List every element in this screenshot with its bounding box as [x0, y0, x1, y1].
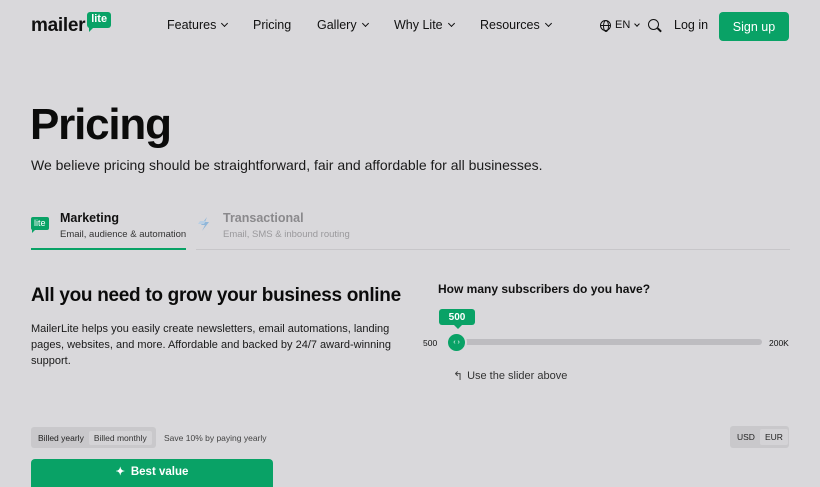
transactional-icon: [198, 217, 209, 231]
mailerlite-logo[interactable]: mailer lite: [31, 12, 112, 37]
chevron-down-icon: [361, 19, 369, 28]
nav-resources-label: Resources: [480, 18, 540, 32]
chevron-down-icon: [221, 19, 229, 28]
subscriber-slider-handle[interactable]: ‹ ›: [446, 332, 467, 353]
search-icon[interactable]: [648, 19, 659, 30]
subscriber-question: How many subscribers do you have?: [438, 282, 651, 296]
slider-hint: ↰ Use the slider above: [453, 369, 567, 383]
section-description: MailerLite helps you easily create newsl…: [31, 323, 391, 367]
nav-features-label: Features: [167, 18, 217, 32]
logo-badge: lite: [87, 12, 112, 32]
yearly-savings-note: Save 10% by paying yearly: [164, 433, 267, 443]
nav-resources[interactable]: Resources: [480, 18, 552, 32]
tab-marketing[interactable]: lite Marketing Email, audience & automat…: [31, 210, 186, 250]
subscriber-slider-track[interactable]: [446, 339, 762, 345]
slider-min-label: 500: [423, 338, 438, 348]
currency-toggle: USD EUR: [730, 426, 789, 448]
tab-transactional-title: Transactional: [223, 211, 304, 225]
page-title: Pricing: [30, 100, 172, 149]
slider-arrows-icon: ‹ ›: [453, 339, 460, 346]
globe-icon: [600, 19, 611, 32]
slider-value-tooltip: 500: [439, 309, 475, 329]
tab-transactional-desc: Email, SMS & inbound routing: [223, 229, 350, 240]
nav-features[interactable]: Features: [167, 18, 229, 32]
nav-gallery-label: Gallery: [317, 18, 357, 32]
language-label: EN: [615, 19, 631, 31]
section-heading: All you need to grow your business onlin…: [31, 285, 401, 306]
slider-hint-text: Use the slider above: [467, 370, 568, 382]
tab-transactional[interactable]: Transactional Email, SMS & inbound routi…: [196, 210, 790, 250]
slider-max-label: 200K: [769, 338, 789, 348]
curved-arrow-icon: ↰: [453, 369, 464, 383]
best-value-badge: ✦ Best value: [31, 465, 273, 479]
lite-icon: lite: [31, 217, 49, 233]
nav-why-lite[interactable]: Why Lite: [394, 18, 455, 32]
billing-toggle: Billed yearly Billed monthly: [31, 427, 156, 448]
nav-pricing[interactable]: Pricing: [253, 18, 291, 32]
signup-button[interactable]: Sign up: [719, 12, 789, 41]
sparkle-icon: ✦: [115, 466, 125, 478]
page-subtitle: We believe pricing should be straightfor…: [31, 157, 543, 173]
nav-pricing-label: Pricing: [253, 18, 292, 32]
chevron-down-icon: [447, 19, 455, 28]
language-selector[interactable]: EN: [600, 19, 641, 32]
billed-yearly-option[interactable]: Billed yearly: [33, 431, 89, 445]
nav-gallery[interactable]: Gallery: [317, 18, 369, 32]
best-value-card-header: ✦ Best value: [31, 459, 273, 487]
currency-usd-option[interactable]: USD: [732, 429, 760, 445]
billed-monthly-option[interactable]: Billed monthly: [88, 430, 152, 445]
chevron-down-icon: [634, 20, 641, 27]
nav-why-lite-label: Why Lite: [394, 18, 443, 32]
top-navigation: mailer lite Features Pricing Gallery Why…: [0, 0, 820, 52]
best-value-label: Best value: [130, 465, 189, 478]
login-link[interactable]: Log in: [674, 18, 708, 32]
tab-marketing-title: Marketing: [60, 211, 120, 225]
tab-marketing-desc: Email, audience & automation: [60, 229, 187, 240]
logo-wordmark: mailer: [31, 15, 86, 36]
chevron-down-icon: [544, 19, 552, 28]
currency-eur-option[interactable]: EUR: [759, 429, 788, 445]
